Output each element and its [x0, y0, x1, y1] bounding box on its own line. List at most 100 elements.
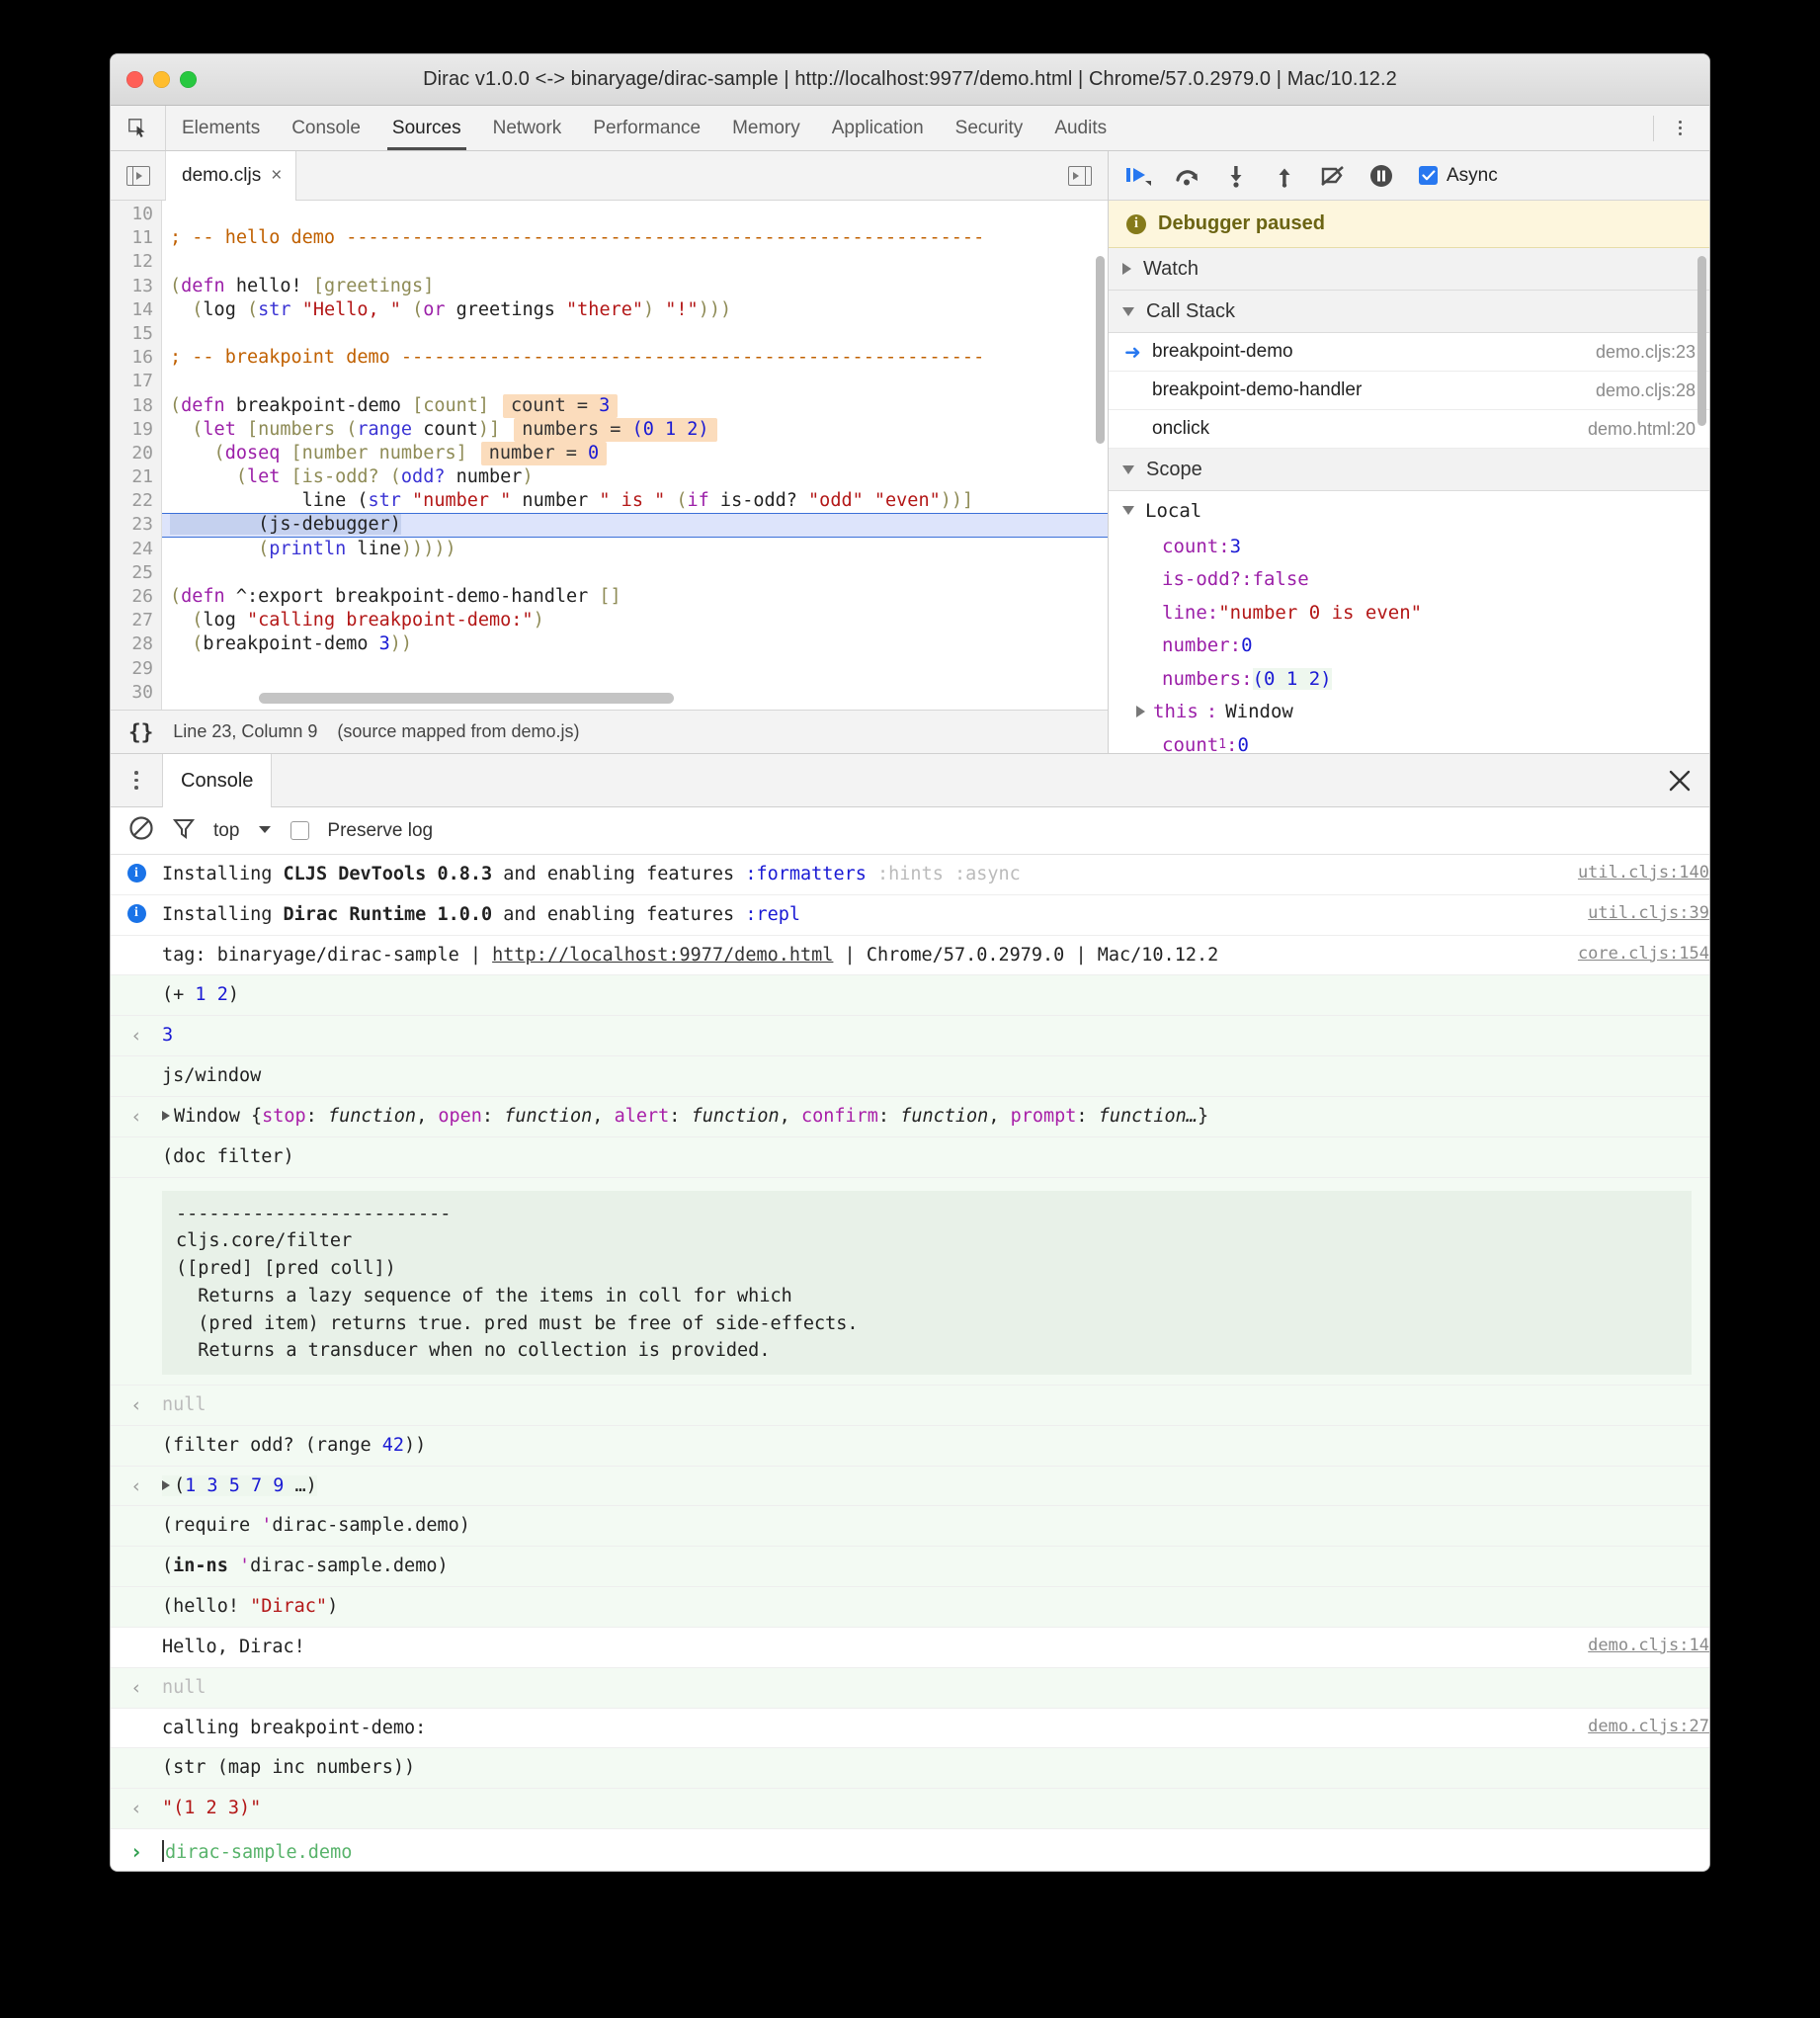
code-line[interactable]: line (str "number " number " is " (if is… — [162, 489, 1108, 513]
console-message[interactable]: (in-ns 'dirac-sample.demo) — [111, 1547, 1709, 1588]
code-line[interactable]: (log (str "Hello, " (or greetings "there… — [162, 298, 1108, 322]
context-dropdown-arrow[interactable] — [257, 822, 273, 840]
maximize-window-button[interactable] — [180, 71, 197, 88]
step-out-button[interactable] — [1270, 161, 1299, 191]
console-more-menu-button[interactable] — [111, 754, 162, 806]
close-icon[interactable]: × — [271, 165, 282, 187]
line-number[interactable]: 10 — [111, 203, 161, 226]
debugger-vertical-scrollbar[interactable] — [1697, 256, 1706, 426]
close-drawer-button[interactable] — [1650, 754, 1709, 806]
console-message-list[interactable]: i Installing CLJS DevTools 0.8.3 and enab… — [111, 855, 1709, 1871]
resume-script-execution-button[interactable] — [1124, 161, 1154, 191]
line-number[interactable]: 25 — [111, 561, 161, 585]
async-checkbox[interactable]: Async — [1419, 165, 1498, 187]
console-source-link[interactable]: util.cljs:140 — [1578, 863, 1709, 883]
line-number[interactable]: 17 — [111, 370, 161, 393]
console-message[interactable]: (hello! "Dirac") — [111, 1587, 1709, 1628]
line-number[interactable]: 16 — [111, 346, 161, 370]
console-source-link[interactable]: util.cljs:39 — [1588, 903, 1709, 923]
tab-application[interactable]: Application — [816, 106, 940, 150]
tab-audits[interactable]: Audits — [1038, 106, 1122, 150]
scope-local-header[interactable]: Local — [1109, 491, 1709, 530]
execution-context-selector[interactable]: top — [213, 820, 239, 842]
console-source-link[interactable]: demo.cljs:27 — [1588, 1717, 1709, 1736]
console-message[interactable]: ‹ Window {stop: function, open: function,… — [111, 1096, 1709, 1137]
console-message[interactable]: ‹ 3 — [111, 1016, 1709, 1057]
close-window-button[interactable] — [126, 71, 143, 88]
code-line[interactable]: ; -- breakpoint demo -------------------… — [162, 346, 1108, 370]
show-navigator-button[interactable] — [111, 151, 166, 200]
console-message[interactable]: i Installing CLJS DevTools 0.8.3 and enab… — [111, 855, 1709, 895]
console-source-link[interactable]: core.cljs:154 — [1578, 944, 1709, 964]
code-line[interactable] — [162, 322, 1108, 346]
inspect-element-button[interactable] — [111, 106, 166, 150]
minimize-window-button[interactable] — [153, 71, 170, 88]
line-number[interactable]: 14 — [111, 298, 161, 322]
step-over-button[interactable] — [1173, 161, 1202, 191]
scope-variable[interactable]: count 1: 0 — [1109, 728, 1709, 753]
console-message[interactable]: (filter odd? (range 42)) — [111, 1425, 1709, 1467]
console-message[interactable]: (doc filter) — [111, 1136, 1709, 1178]
expand-triangle-icon[interactable] — [162, 1110, 170, 1121]
console-prompt[interactable]: › dirac-sample.demo — [111, 1828, 1709, 1869]
console-message[interactable]: ‹ null — [111, 1386, 1709, 1426]
code-line[interactable]: ; -- hello demo ------------------------… — [162, 226, 1108, 250]
code-line[interactable] — [162, 370, 1108, 393]
code-line[interactable] — [162, 561, 1108, 585]
console-message[interactable]: calling breakpoint-demo: demo.cljs:27 — [111, 1708, 1709, 1749]
tab-sources[interactable]: Sources — [376, 106, 477, 150]
show-debugger-button[interactable] — [1052, 151, 1108, 200]
console-message[interactable]: (+ 1 2) — [111, 975, 1709, 1017]
tab-elements[interactable]: Elements — [166, 106, 276, 150]
filter-button[interactable] — [172, 816, 196, 845]
scope-variable[interactable]: is-odd?: false — [1109, 563, 1709, 597]
console-prompt-input[interactable]: dirac-sample.demo — [162, 1840, 352, 1863]
devtools-more-menu-button[interactable] — [1658, 121, 1701, 135]
line-number[interactable]: 24 — [111, 538, 161, 561]
tab-memory[interactable]: Memory — [716, 106, 816, 150]
code-line-current[interactable]: (js-debugger) — [162, 513, 1108, 538]
line-number[interactable]: 18 — [111, 394, 161, 418]
console-message[interactable]: ‹ (1 3 5 7 9 …) — [111, 1466, 1709, 1507]
line-number[interactable]: 29 — [111, 657, 161, 681]
editor-vertical-scrollbar[interactable] — [1096, 256, 1105, 444]
code-line[interactable]: (log "calling breakpoint-demo:") — [162, 609, 1108, 632]
console-message[interactable]: i Installing Dirac Runtime 1.0.0 and enab… — [111, 894, 1709, 936]
code-line[interactable]: (defn breakpoint-demo [count] count = 3 — [162, 393, 1108, 418]
code-line[interactable]: (defn ^:export breakpoint-demo-handler [… — [162, 585, 1108, 609]
line-number[interactable]: 19 — [111, 418, 161, 442]
code-line[interactable]: (let [numbers (range count)] numbers = (0… — [162, 417, 1108, 442]
line-number[interactable]: 15 — [111, 322, 161, 346]
step-into-button[interactable] — [1221, 161, 1251, 191]
line-number[interactable]: 27 — [111, 609, 161, 632]
scope-variable[interactable]: this: Window — [1109, 696, 1709, 729]
code-line[interactable] — [162, 203, 1108, 226]
file-tab-demo-cljs[interactable]: demo.cljs × — [166, 151, 297, 201]
line-number[interactable]: 28 — [111, 632, 161, 656]
line-number[interactable]: 13 — [111, 275, 161, 298]
line-number[interactable]: 23 — [111, 513, 161, 537]
tab-performance[interactable]: Performance — [577, 106, 716, 150]
code-line[interactable] — [162, 657, 1108, 681]
console-message[interactable]: tag: binaryage/dirac-sample | http://loc… — [111, 935, 1709, 976]
tab-console-drawer[interactable]: Console — [162, 754, 273, 807]
call-stack-frame[interactable]: breakpoint-demo-handler demo.cljs:28 — [1109, 372, 1709, 410]
console-message[interactable]: ‹ null — [111, 1667, 1709, 1709]
line-number[interactable]: 11 — [111, 226, 161, 250]
scope-variable[interactable]: count: 3 — [1109, 530, 1709, 563]
scope-variable[interactable]: numbers: (0 1 2) — [1109, 662, 1709, 696]
tab-security[interactable]: Security — [940, 106, 1039, 150]
pause-on-exceptions-button[interactable] — [1366, 161, 1396, 191]
tab-network[interactable]: Network — [477, 106, 578, 150]
clear-console-button[interactable] — [128, 815, 154, 846]
console-link[interactable]: http://localhost:9977/demo.html — [492, 945, 833, 966]
line-number[interactable]: 26 — [111, 585, 161, 609]
call-stack-frame[interactable]: ➜ breakpoint-demo demo.cljs:23 — [1109, 333, 1709, 372]
console-message[interactable]: (require 'dirac-sample.demo) — [111, 1506, 1709, 1548]
line-number[interactable]: 21 — [111, 465, 161, 489]
code-line[interactable]: (doseq [number numbers] number = 0 — [162, 441, 1108, 465]
console-message[interactable]: Hello, Dirac! demo.cljs:14 — [111, 1627, 1709, 1668]
source-code[interactable]: ; -- hello demo ------------------------… — [162, 201, 1108, 710]
line-number[interactable]: 22 — [111, 489, 161, 513]
code-editor[interactable]: 10 11 12 13 14 15 16 17 18 19 20 21 22 23 24 25 26 27 28 29… — [111, 201, 1108, 710]
